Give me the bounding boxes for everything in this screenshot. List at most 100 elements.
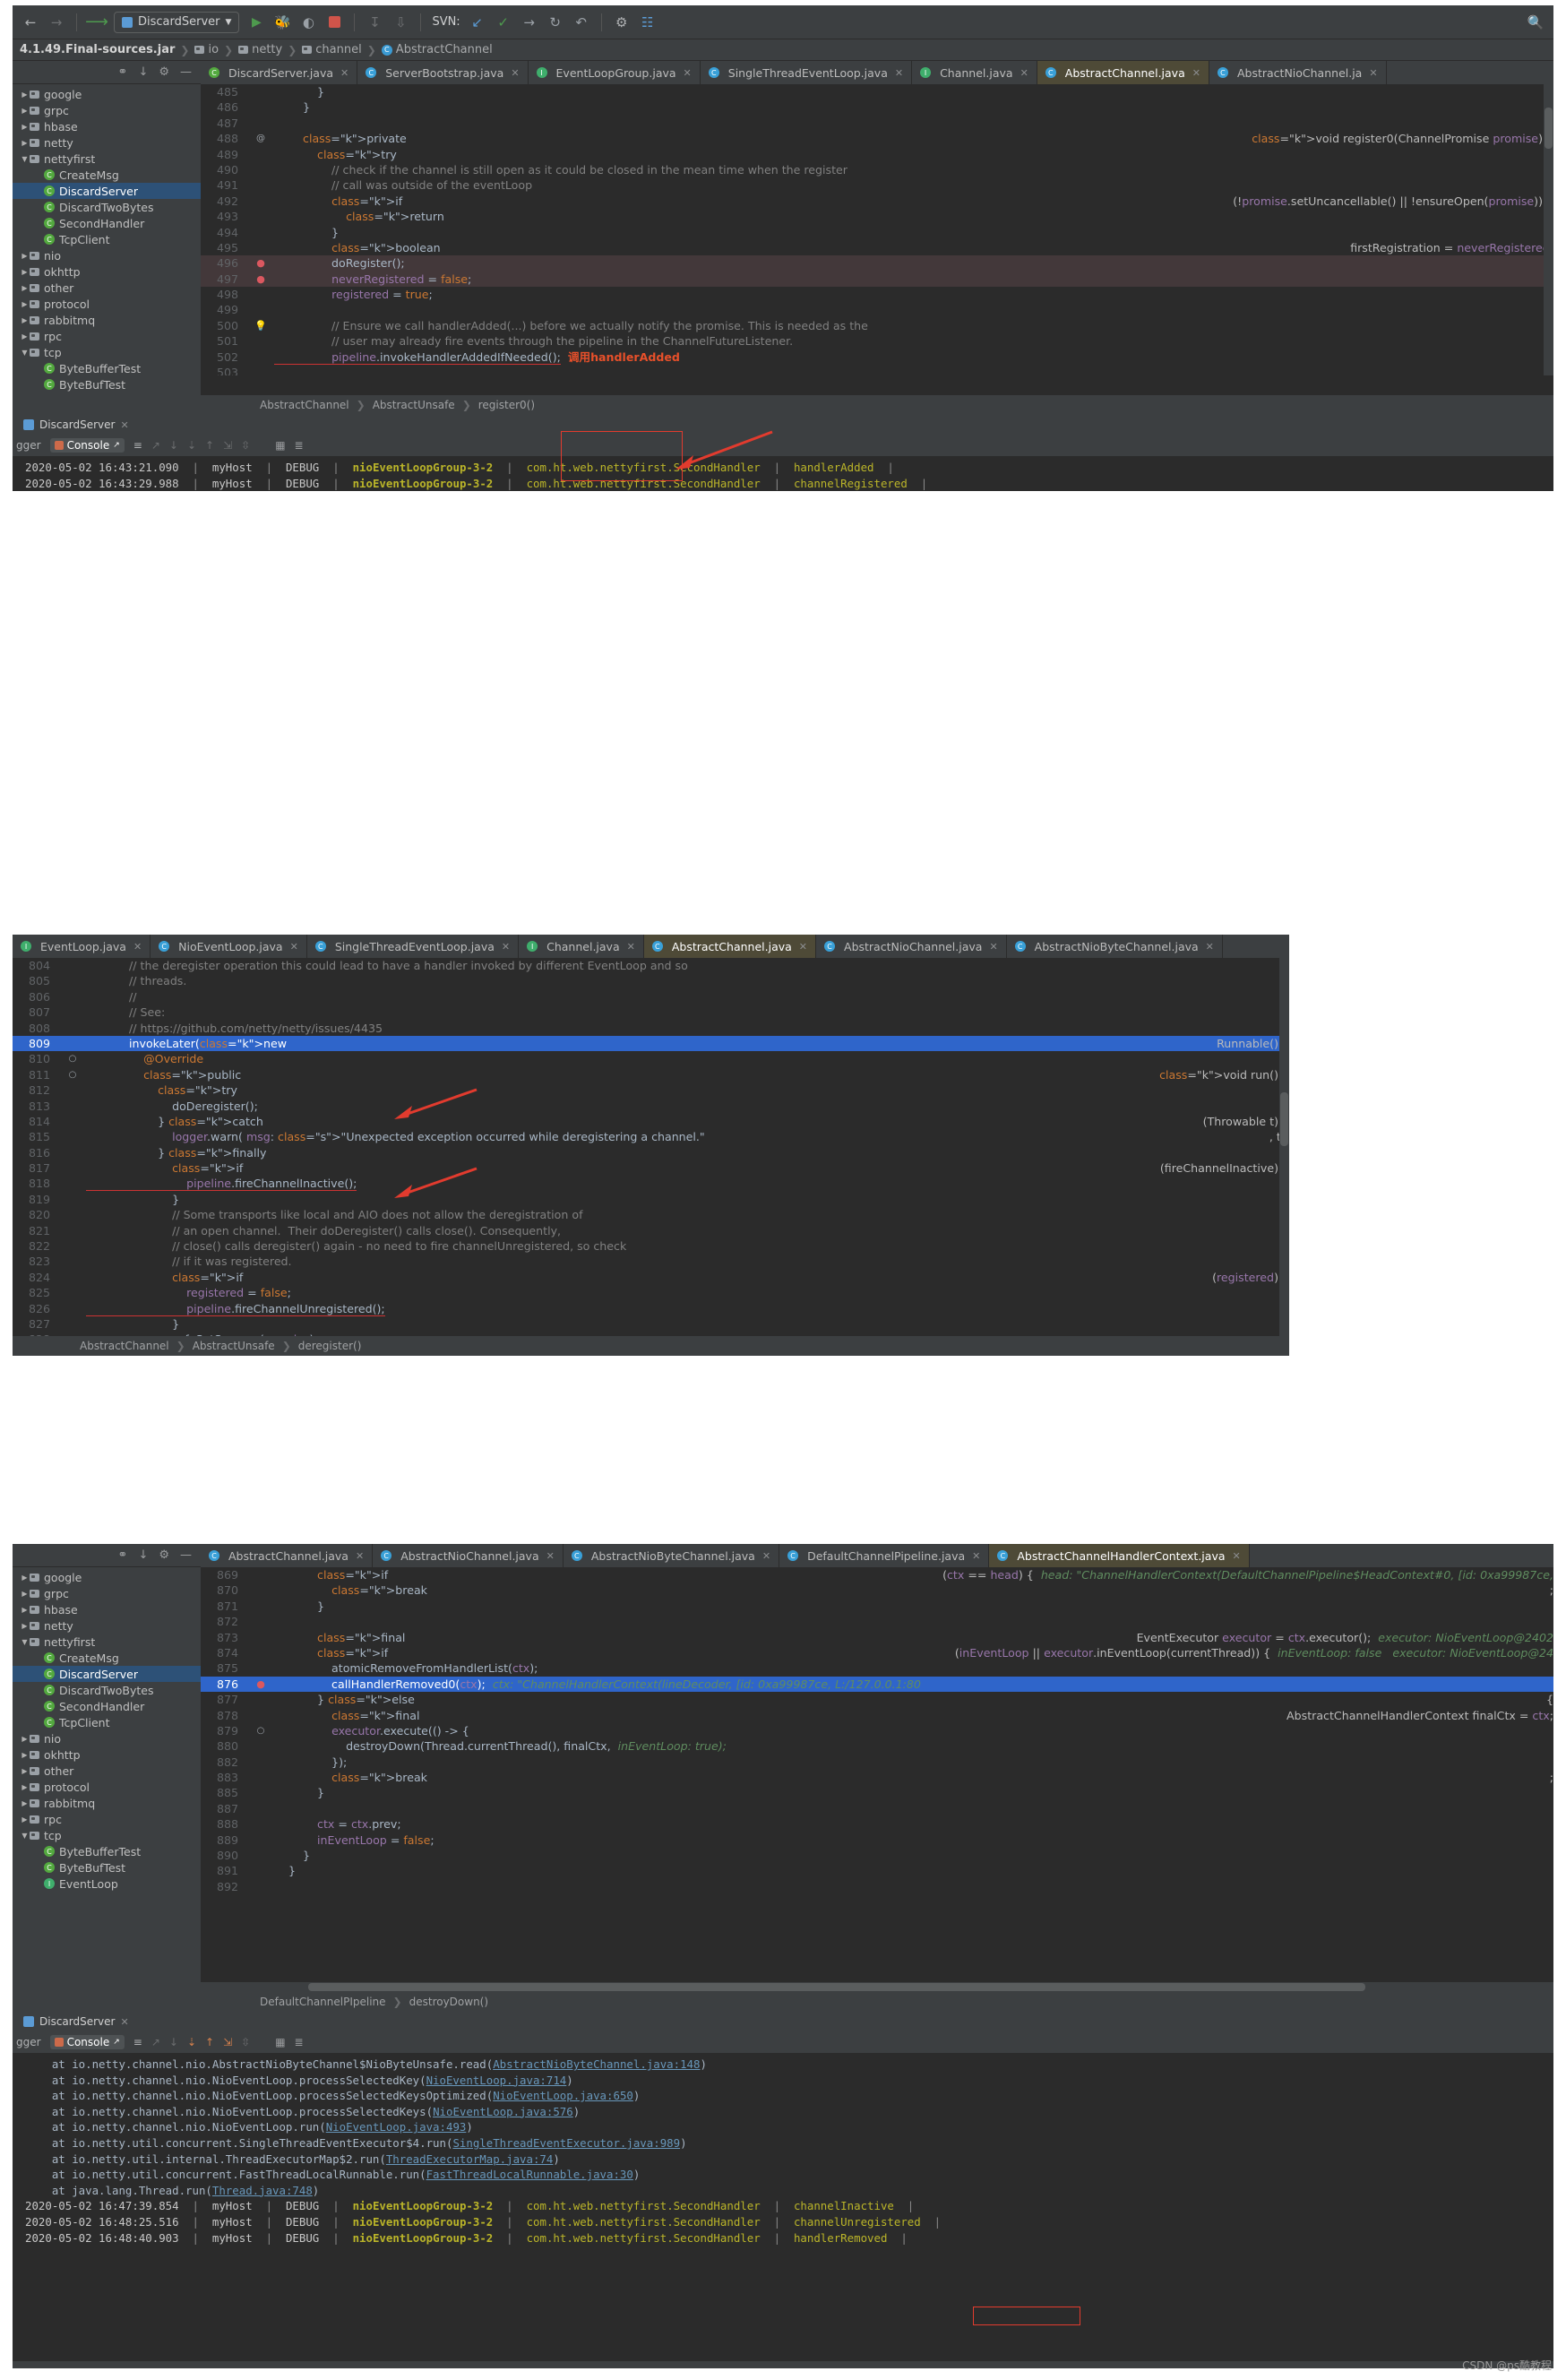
code-line[interactable]: 815 logger.warn( msg: class="s">"Unexpec… (13, 1129, 1289, 1144)
gutter-marker[interactable] (59, 1082, 86, 1098)
gutter-marker[interactable] (247, 1832, 274, 1848)
gutter-marker[interactable]: ○ (59, 1051, 86, 1066)
tree-expand-arrow-icon[interactable]: ▶ (20, 1783, 30, 1791)
breakpoint-icon[interactable]: ● (256, 257, 265, 269)
code-line[interactable]: 502 pipeline.invokeHandlerAddedIfNeeded(… (201, 349, 1553, 365)
tree-item[interactable]: ▶ netty (13, 1617, 201, 1634)
tree-item[interactable]: ▼ nettyfirst (13, 1634, 201, 1650)
tree-item[interactable]: C TcpClient (13, 231, 201, 247)
tree-item[interactable]: ▶ hbase (13, 118, 201, 134)
code-line[interactable]: 872 (201, 1614, 1553, 1629)
code-line[interactable]: 810 ○ @Override (13, 1051, 1289, 1066)
code-line[interactable]: 828 safeSetSuccess(promise); (13, 1332, 1289, 1336)
search-everywhere-icon[interactable]: 🔍 (1527, 13, 1544, 31)
step-into-icon[interactable]: ↓ (169, 439, 178, 452)
close-icon[interactable]: ✕ (627, 941, 635, 953)
gutter-marker[interactable] (59, 1207, 86, 1222)
code-line[interactable]: 503 (201, 365, 1553, 375)
close-icon[interactable]: ✕ (290, 941, 298, 953)
tree-item[interactable]: ▶ grpc (13, 102, 201, 118)
tree-settings-icon-3[interactable]: ⚙ (159, 1548, 169, 1562)
editor-tab[interactable]: C AbstractNioChannel.ja ✕ (1209, 61, 1387, 84)
gutter-marker[interactable] (247, 333, 274, 349)
tree-expand-arrow-icon[interactable]: ▶ (20, 1735, 30, 1743)
code-line[interactable]: 485 } (201, 84, 1553, 99)
close-icon[interactable]: ✕ (1233, 1550, 1241, 1562)
tree-expand-arrow-icon[interactable]: ▶ (20, 1799, 30, 1807)
close-icon[interactable]: ✕ (133, 941, 142, 953)
code-line[interactable]: 500 💡 // Ensure we call handlerAdded(...)… (201, 318, 1553, 333)
gutter-marker[interactable] (247, 1848, 274, 1863)
collapse-all-icon-3[interactable]: ⚭ (118, 1548, 128, 1562)
tree-item[interactable]: ▶ protocol (13, 296, 201, 312)
stacktrace-link[interactable]: FastThreadLocalRunnable.java:30 (426, 2168, 633, 2181)
code-line[interactable]: 495 class="k">boolean firstRegistration … (201, 240, 1553, 255)
code-line[interactable]: 812 class="k">try { (13, 1082, 1289, 1098)
close-icon[interactable]: ✕ (340, 67, 348, 79)
code-line[interactable]: 804 // the deregister operation this cou… (13, 958, 1289, 973)
step-out-icon-3[interactable]: ↑ (205, 2036, 214, 2048)
code-line[interactable]: 492 class="k">if (! promise .setUncancella… (201, 194, 1553, 209)
tree-item[interactable]: ▼ tcp (13, 344, 201, 360)
gutter-marker[interactable] (59, 1270, 86, 1285)
run-to-cursor-icon-3[interactable]: ⇲ (223, 2036, 232, 2048)
tree-item[interactable]: ▶ okhttp (13, 263, 201, 280)
code-line[interactable]: 486 } (201, 99, 1553, 115)
gutter-marker[interactable] (247, 1738, 274, 1754)
gutter-marker[interactable] (59, 1332, 86, 1336)
close-icon[interactable]: ✕ (120, 419, 128, 431)
code-line[interactable]: 811 ○ class="k">public class ="k">void run… (13, 1067, 1289, 1082)
gutter-marker[interactable] (247, 1645, 274, 1660)
stacktrace-link[interactable]: Thread.java:748 (212, 2184, 313, 2197)
tree-expand-arrow-icon[interactable]: ▶ (20, 1622, 30, 1630)
code-line[interactable]: 878 class="k">final AbstractChannelHandl… (201, 1708, 1553, 1723)
code-line[interactable]: 818 pipeline.fireChannelInactive(); (13, 1176, 1289, 1192)
svn-update-icon[interactable]: ↙ (469, 13, 486, 31)
editor-tab-bar-1[interactable]: C DiscardServer.java ✕ C ServerBootstrap.jav… (201, 61, 1553, 84)
editor-tab[interactable]: C SingleThreadEventLoop.java ✕ (700, 61, 913, 84)
tree-item[interactable]: ▶ google (13, 1569, 201, 1585)
tree-expand-arrow-icon[interactable]: ▶ (20, 300, 30, 308)
code-line[interactable]: 823 // if it was registered. (13, 1254, 1289, 1269)
code-breadcrumb-item[interactable]: destroyDown() (409, 1996, 488, 2008)
code-line[interactable]: 816 } class="k">finally { (13, 1145, 1289, 1160)
code-line[interactable]: 822 // close() calls deregister() again … (13, 1238, 1289, 1254)
gutter-marker[interactable] (247, 349, 274, 365)
close-icon[interactable]: ✕ (511, 67, 519, 79)
debug-session-tab-3[interactable]: DiscardServer ✕ (13, 2012, 1553, 2031)
editor-scrollbar-vertical[interactable] (1544, 84, 1553, 375)
hide-panel-icon[interactable]: — (180, 65, 192, 79)
code-line[interactable]: 892 (201, 1879, 1553, 1894)
gutter-marker[interactable] (247, 287, 274, 302)
close-icon[interactable]: ✕ (356, 1550, 364, 1562)
update-project-icon[interactable]: ↧ (366, 13, 383, 31)
tree-item[interactable]: C CreateMsg (13, 167, 201, 183)
gutter-marker[interactable]: 💡 (247, 318, 274, 333)
close-icon[interactable]: ✕ (762, 1550, 770, 1562)
editor-scrollbar-vertical-2[interactable] (1279, 958, 1289, 1336)
gutter-marker[interactable]: ● (247, 272, 274, 287)
gutter-marker[interactable] (59, 1114, 86, 1129)
gutter-marker[interactable]: ● (247, 1677, 274, 1692)
gutter-marker[interactable] (247, 1755, 274, 1770)
tree-expand-arrow-icon[interactable]: ▶ (20, 1574, 30, 1582)
code-line[interactable]: 871 } (201, 1599, 1553, 1614)
run-icon[interactable]: ▶ (247, 13, 265, 31)
code-line[interactable]: 487 (201, 116, 1553, 131)
expand-all-icon-3[interactable]: ↓ (138, 1548, 148, 1562)
svn-revert-icon[interactable]: ↶ (572, 13, 590, 31)
gutter-marker[interactable] (247, 1879, 274, 1894)
code-line[interactable]: 882 }); (201, 1755, 1553, 1770)
soft-wrap-icon-3[interactable]: ≣ (295, 2036, 304, 2048)
tree-item[interactable]: ▶ rpc (13, 328, 201, 344)
code-breadcrumb-item[interactable]: AbstractUnsafe (193, 1340, 275, 1352)
tree-item[interactable]: ▶ rpc (13, 1811, 201, 1827)
code-breadcrumb-item[interactable]: AbstractChannel (260, 399, 349, 411)
code-breadcrumb-item[interactable]: AbstractUnsafe (373, 399, 455, 411)
gutter-marker[interactable]: ○ (59, 1067, 86, 1082)
code-line[interactable]: 501 // user may already fire events thro… (201, 333, 1553, 349)
code-editor-2[interactable]: 804 // the deregister operation this cou… (13, 958, 1289, 1336)
breadcrumb-item[interactable]: 4.1.49.Final-sources.jar (20, 43, 175, 56)
breadcrumb-item[interactable]: io (194, 43, 219, 56)
tree-expand-arrow-icon[interactable]: ▶ (20, 284, 30, 292)
